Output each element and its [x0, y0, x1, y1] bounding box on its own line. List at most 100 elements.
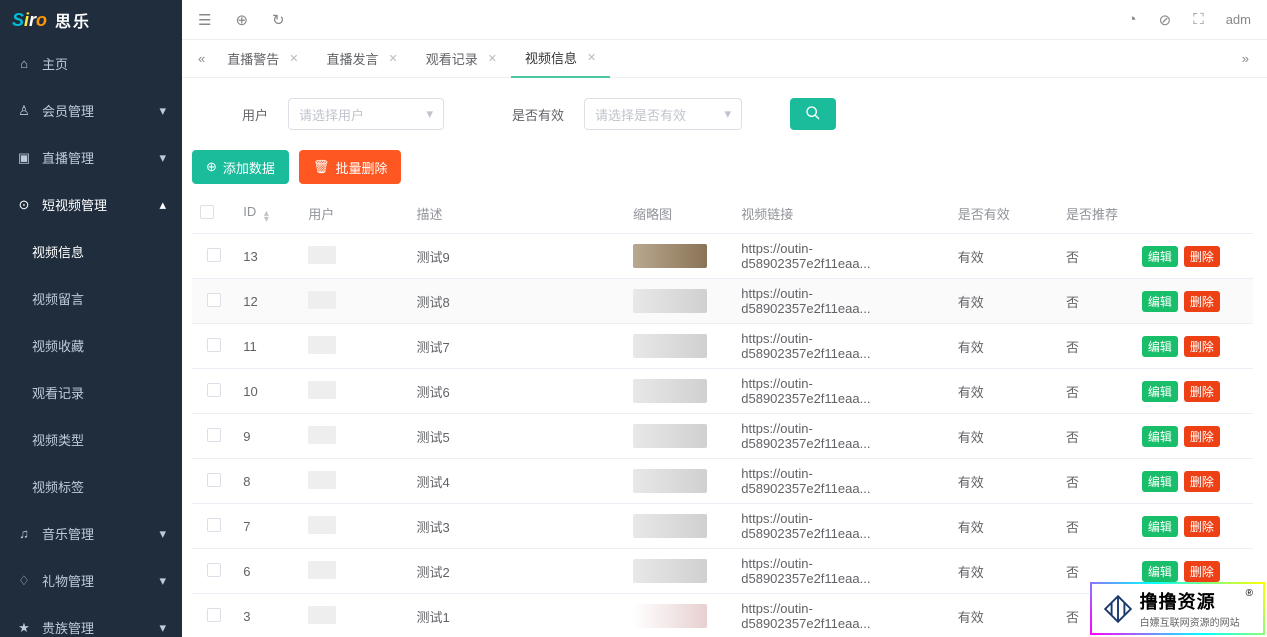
cell-recommend: 否	[1058, 504, 1134, 549]
cell-thumb	[625, 459, 733, 504]
delete-button[interactable]: 删除	[1184, 291, 1220, 312]
sidebar-item-label: 贵族管理	[42, 618, 94, 637]
edit-button[interactable]: 编辑	[1142, 381, 1178, 402]
chevron-down-icon: ▾	[159, 620, 166, 636]
user-avatar	[308, 291, 336, 309]
batch-delete-button[interactable]: 🗑 批量删除	[299, 150, 402, 184]
row-checkbox[interactable]	[207, 563, 221, 577]
table-row: 8测试4https://outin-d58902357e2f11eaa...有效…	[192, 459, 1253, 504]
dashboard-icon[interactable]: ◔	[1128, 11, 1137, 28]
watermark-logo-icon	[1102, 593, 1134, 625]
thumbnail-image	[633, 559, 707, 583]
cell-user	[300, 324, 408, 369]
edit-button[interactable]: 编辑	[1142, 471, 1178, 492]
filter-valid-select[interactable]: 请选择是否有效 ▾	[584, 98, 742, 130]
collapse-sidebar-icon[interactable]: ☰	[198, 11, 211, 29]
cell-valid: 有效	[950, 414, 1058, 459]
edit-button[interactable]: 编辑	[1142, 336, 1178, 357]
table-row: 9测试5https://outin-d58902357e2f11eaa...有效…	[192, 414, 1253, 459]
sidebar-item-label: 视频留言	[32, 289, 84, 308]
globe-icon[interactable]: ⊕	[235, 11, 248, 29]
search-button[interactable]	[790, 98, 836, 130]
cell-desc: 测试6	[409, 369, 626, 414]
edit-button[interactable]: 编辑	[1142, 426, 1178, 447]
fullscreen-icon[interactable]: ⛶	[1193, 11, 1204, 28]
sidebar-item-home[interactable]: ⌂ 主页	[0, 40, 182, 87]
sidebar-item-video-info[interactable]: 视频信息	[0, 228, 182, 275]
tabs-prev-icon[interactable]: «	[190, 51, 213, 66]
cell-user	[300, 594, 408, 637]
row-checkbox[interactable]	[207, 473, 221, 487]
column-header-valid: 是否有效	[950, 194, 1058, 234]
row-checkbox[interactable]	[207, 248, 221, 262]
tabs: « 直播警告✕直播发言✕观看记录✕ 视频信息 ✕ »	[182, 40, 1267, 78]
tab[interactable]: 观看记录✕	[412, 40, 511, 78]
cell-id: 10	[235, 369, 300, 414]
sidebar-item-video-tag[interactable]: 视频标签	[0, 463, 182, 510]
row-checkbox[interactable]	[207, 428, 221, 442]
thumbnail-image	[633, 604, 707, 628]
cell-valid: 有效	[950, 549, 1058, 594]
edit-button[interactable]: 编辑	[1142, 516, 1178, 537]
row-checkbox[interactable]	[207, 608, 221, 622]
sidebar-item-label: 视频信息	[32, 242, 84, 261]
tab-label: 视频信息	[525, 48, 577, 67]
plus-icon: ⊕	[206, 159, 217, 175]
select-all-checkbox[interactable]	[200, 205, 214, 219]
tab[interactable]: 直播警告✕	[213, 40, 312, 78]
sidebar-item-live[interactable]: ▣ 直播管理 ▾	[0, 134, 182, 181]
sidebar: Siro 思乐 ⌂ 主页 ♙ 会员管理 ▾ ▣ 直播管理 ▾ ⊙ 短视频管理	[0, 0, 182, 637]
cell-desc: 测试8	[409, 279, 626, 324]
add-button[interactable]: ⊕ 添加数据	[192, 150, 289, 184]
sidebar-item-label: 视频标签	[32, 477, 84, 496]
chevron-down-icon: ▾	[725, 106, 732, 122]
edit-button[interactable]: 编辑	[1142, 291, 1178, 312]
filter-user-select[interactable]: 请选择用户 ▾	[288, 98, 444, 130]
cell-thumb	[625, 504, 733, 549]
edit-button[interactable]: 编辑	[1142, 561, 1178, 582]
delete-button[interactable]: 删除	[1184, 381, 1220, 402]
sidebar-item-noble[interactable]: ★ 贵族管理 ▾	[0, 604, 182, 637]
cell-id: 9	[235, 414, 300, 459]
sidebar-item-video-comment[interactable]: 视频留言	[0, 275, 182, 322]
close-icon[interactable]: ✕	[289, 52, 298, 65]
tabs-more-icon[interactable]: »	[1232, 51, 1259, 66]
delete-button[interactable]: 删除	[1184, 516, 1220, 537]
delete-button[interactable]: 删除	[1184, 561, 1220, 582]
delete-button[interactable]: 删除	[1184, 471, 1220, 492]
row-checkbox[interactable]	[207, 338, 221, 352]
delete-button[interactable]: 删除	[1184, 336, 1220, 357]
cell-user	[300, 279, 408, 324]
delete-button[interactable]: 删除	[1184, 426, 1220, 447]
row-checkbox[interactable]	[207, 518, 221, 532]
row-checkbox[interactable]	[207, 383, 221, 397]
edit-button[interactable]: 编辑	[1142, 246, 1178, 267]
sidebar-item-shortvideo[interactable]: ⊙ 短视频管理 ▴	[0, 181, 182, 228]
cell-recommend: 否	[1058, 324, 1134, 369]
row-checkbox[interactable]	[207, 293, 221, 307]
cell-valid: 有效	[950, 504, 1058, 549]
delete-button[interactable]: 删除	[1184, 246, 1220, 267]
topbar: ☰ ⊕ ↻ ◔ ⊘ ⛶ adm	[182, 0, 1267, 40]
sidebar-item-watch-history[interactable]: 观看记录	[0, 369, 182, 416]
sidebar-item-label: 主页	[42, 54, 68, 73]
close-icon[interactable]: ✕	[587, 51, 596, 64]
sidebar-item-member[interactable]: ♙ 会员管理 ▾	[0, 87, 182, 134]
sidebar-item-music[interactable]: ♫ 音乐管理 ▾	[0, 510, 182, 557]
sidebar-item-video-type[interactable]: 视频类型	[0, 416, 182, 463]
refresh-icon[interactable]: ↻	[272, 11, 285, 29]
cell-desc: 测试5	[409, 414, 626, 459]
user-name[interactable]: adm	[1226, 12, 1251, 27]
close-icon[interactable]: ✕	[388, 52, 397, 65]
tab[interactable]: 视频信息 ✕	[511, 40, 610, 78]
cell-user	[300, 459, 408, 504]
sidebar-item-video-favorite[interactable]: 视频收藏	[0, 322, 182, 369]
sidebar-item-label: 礼物管理	[42, 571, 94, 590]
column-header-id[interactable]: ID ▴▾	[235, 194, 300, 234]
tag-icon[interactable]: ⊘	[1159, 11, 1172, 29]
column-header-desc: 描述	[409, 194, 626, 234]
close-icon[interactable]: ✕	[488, 52, 497, 65]
cell-thumb	[625, 369, 733, 414]
sidebar-item-gift[interactable]: ♢ 礼物管理 ▾	[0, 557, 182, 604]
tab[interactable]: 直播发言✕	[312, 40, 411, 78]
